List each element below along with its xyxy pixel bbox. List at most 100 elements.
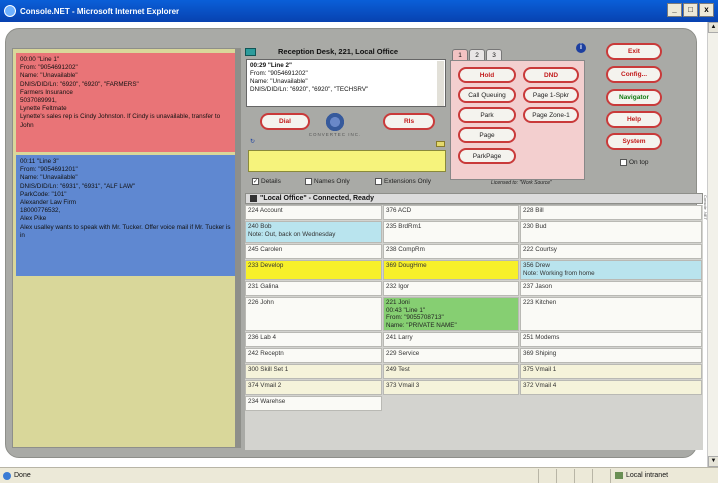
system-button[interactable]: System [606, 133, 662, 150]
extensions-only-label: Extensions Only [384, 178, 431, 185]
extension-cell-line: 376 ACD [386, 207, 412, 214]
info-icon[interactable]: i [576, 43, 586, 53]
extension-cell-line: 373 Vmail 3 [386, 382, 420, 389]
call-queuing-button[interactable]: Call Queuing [458, 87, 516, 103]
extension-cell[interactable]: 222 Courtsy [520, 244, 702, 259]
extension-cell-line: 242 Receptn [248, 350, 284, 357]
extension-cell[interactable]: 375 Vmail 1 [520, 364, 702, 379]
vertical-scrollbar[interactable]: ▲ ▼ [707, 22, 718, 467]
refresh-icon[interactable]: ↻ [250, 138, 256, 145]
current-call-scrollbar[interactable] [437, 61, 444, 106]
page-1-spkr-button[interactable]: Page 1-Spkr [523, 87, 579, 103]
extension-cell-line: 228 Bill [523, 207, 544, 214]
navigator-button[interactable]: Navigator [606, 89, 662, 106]
close-button[interactable]: x [699, 3, 714, 17]
call-line: ParkCode: "101" [20, 190, 67, 198]
extension-cell[interactable]: 249 Test [383, 364, 519, 379]
extension-cell[interactable]: 231 Galina [245, 281, 382, 296]
extension-cell[interactable]: 230 Bud [520, 221, 702, 243]
current-call-name: Name: "Unavailable" [250, 78, 308, 85]
extension-cell-line: 241 Larry [386, 334, 413, 341]
extension-cell[interactable]: 238 CompRm [383, 244, 519, 259]
extension-cell[interactable]: 369 Shiping [520, 348, 702, 363]
extension-cell[interactable]: 300 Skill Set 1 [245, 364, 382, 379]
checkbox-icon [375, 178, 382, 185]
config-button[interactable]: Config... [606, 66, 662, 83]
extension-grid: 224 Account 376 ACD 228 Bill 240 Bob Note: O… [245, 205, 703, 450]
extension-cell-line: 233 Develop [248, 262, 284, 269]
details-label: Details [261, 178, 281, 185]
extension-cell-line: 00:43 "Line 1" [386, 306, 426, 314]
call-line: 00:11 "Line 3" [20, 158, 59, 165]
extension-cell[interactable]: 373 Vmail 3 [383, 380, 519, 395]
window-title: Console.NET - Microsoft Internet Explore… [20, 6, 180, 16]
extension-cell[interactable]: 229 Service [383, 348, 519, 363]
checkbox-checked-icon: ✓ [252, 178, 259, 185]
dnd-button[interactable]: DND [523, 67, 579, 83]
dial-input[interactable] [248, 150, 446, 172]
maximize-button[interactable]: □ [683, 3, 698, 17]
extension-cell[interactable]: 242 Receptn [245, 348, 382, 363]
minimize-button[interactable]: _ [667, 3, 682, 17]
panel-divider[interactable] [235, 48, 241, 448]
monitor-icon [250, 195, 257, 202]
extension-cell-line: 226 John [248, 299, 274, 306]
extension-cell[interactable]: 356 Drew Note: Working from home [520, 260, 702, 280]
call-list-panel: 00:00 "Line 1" From: "9054691202" Name: … [12, 48, 237, 448]
extensions-only-checkbox[interactable]: Extensions Only [375, 178, 431, 185]
extension-cell[interactable]: 228 Bill [520, 205, 702, 220]
extension-cell[interactable]: 374 Vmail 2 [245, 380, 382, 395]
call-line: Alexander Law Firm [20, 199, 76, 207]
page-zone-1-button[interactable]: Page Zone-1 [523, 107, 579, 123]
extension-cell[interactable]: 240 Bob Note: Out, back on Wednesday [245, 221, 382, 243]
park-button[interactable]: Park [458, 107, 516, 123]
checkbox-icon [620, 159, 627, 166]
extension-cell[interactable]: 234 Warehse [245, 396, 382, 411]
console-title: Reception Desk, 221, Local Office [278, 47, 399, 56]
extension-cell[interactable]: 224 Account [245, 205, 382, 220]
on-top-checkbox[interactable]: On top [620, 159, 649, 166]
extension-cell[interactable]: 237 Jason [520, 281, 702, 296]
extension-cell[interactable]: 245 Carolen [245, 244, 382, 259]
details-checkbox[interactable]: ✓ Details [252, 178, 281, 185]
extension-cell[interactable]: 236 Lab 4 [245, 332, 382, 347]
rls-button[interactable]: Rls [383, 113, 435, 130]
extension-cell[interactable]: 241 Larry [383, 332, 519, 347]
zone-text: Local intranet [626, 472, 669, 479]
extension-cell[interactable]: 221 Joni 00:43 "Line 1" From: "9055708713"… [383, 297, 519, 331]
call-card[interactable]: 00:11 "Line 3" From: "9054691201" Name: … [16, 155, 235, 276]
extension-cell-line: 245 Carolen [248, 246, 283, 253]
extension-cell[interactable]: 251 Modems [520, 332, 702, 347]
current-call-from: From: "9054691202" [250, 70, 308, 77]
folder-icon[interactable] [436, 141, 445, 147]
intranet-icon [615, 472, 623, 479]
extension-cell[interactable]: 232 Igor [383, 281, 519, 296]
side-label: Console .NET [703, 195, 708, 220]
names-only-label: Names Only [314, 178, 350, 185]
names-only-checkbox[interactable]: Names Only [305, 178, 350, 185]
extension-cell[interactable]: 223 Kitchen [520, 297, 702, 331]
call-line: Name: "Unavailable" [20, 72, 78, 80]
extension-cell[interactable]: 369 DougHme [383, 260, 519, 280]
dial-button[interactable]: Dial [260, 113, 310, 130]
extension-cell[interactable]: 226 John [245, 297, 382, 331]
current-call-dnis: DNIS/DID/Ln: "6920", "6920", "TECHSRV" [250, 86, 369, 93]
extension-cell[interactable]: 233 Develop [245, 260, 382, 280]
park-page-button[interactable]: ParkPage [458, 148, 516, 164]
extension-cell-line: 240 Bob [248, 223, 272, 230]
page-button[interactable]: Page [458, 127, 516, 143]
call-card[interactable]: 00:00 "Line 1" From: "9054691202" Name: … [16, 53, 235, 152]
scroll-up-arrow-icon[interactable]: ▲ [708, 22, 718, 33]
extension-cell-line: 222 Courtsy [523, 246, 557, 253]
extension-cell[interactable]: 372 Vmail 4 [520, 380, 702, 395]
extension-cell-line: From: "9055708713" [386, 314, 444, 321]
hold-button[interactable]: Hold [458, 67, 516, 83]
extension-cell-line: 229 Service [386, 350, 420, 357]
call-note: Alex usalley wants to speak with Mr. Tuc… [20, 223, 231, 239]
extension-cell[interactable]: 376 ACD [383, 205, 519, 220]
call-note: Lynette's sales rep is Cindy Johnston. I… [20, 113, 221, 129]
scroll-down-arrow-icon[interactable]: ▼ [708, 456, 718, 467]
extension-cell[interactable]: 235 BrdRm1 [383, 221, 519, 243]
help-button[interactable]: Help [606, 111, 662, 128]
exit-button[interactable]: Exit [606, 43, 662, 60]
